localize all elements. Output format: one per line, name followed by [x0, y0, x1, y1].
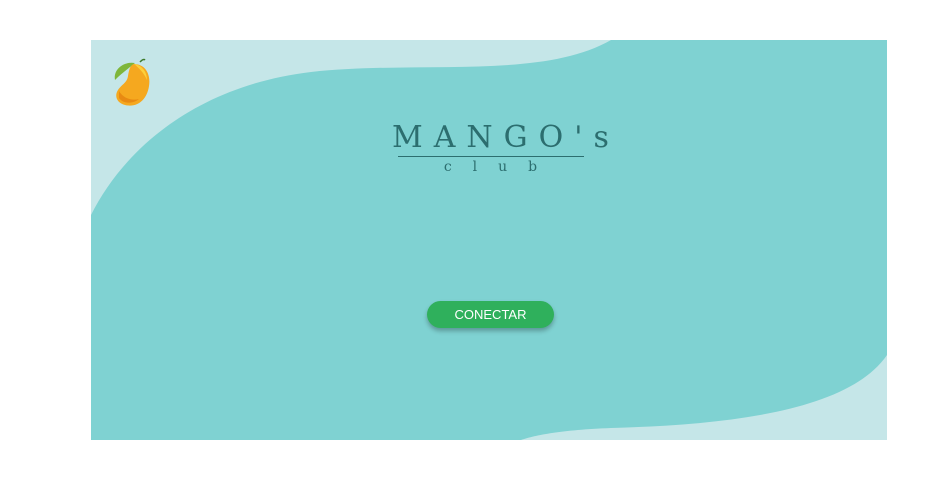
brand-logo: MANGO's club — [386, 120, 620, 177]
background-wave — [91, 40, 887, 440]
brand-subtitle: club — [443, 159, 559, 175]
landing-frame: MANGO's club CONECTAR — [91, 40, 887, 440]
connect-button[interactable]: CONECTAR — [427, 301, 554, 328]
mango-icon — [111, 58, 153, 108]
brand-title: MANGO's — [392, 120, 620, 155]
